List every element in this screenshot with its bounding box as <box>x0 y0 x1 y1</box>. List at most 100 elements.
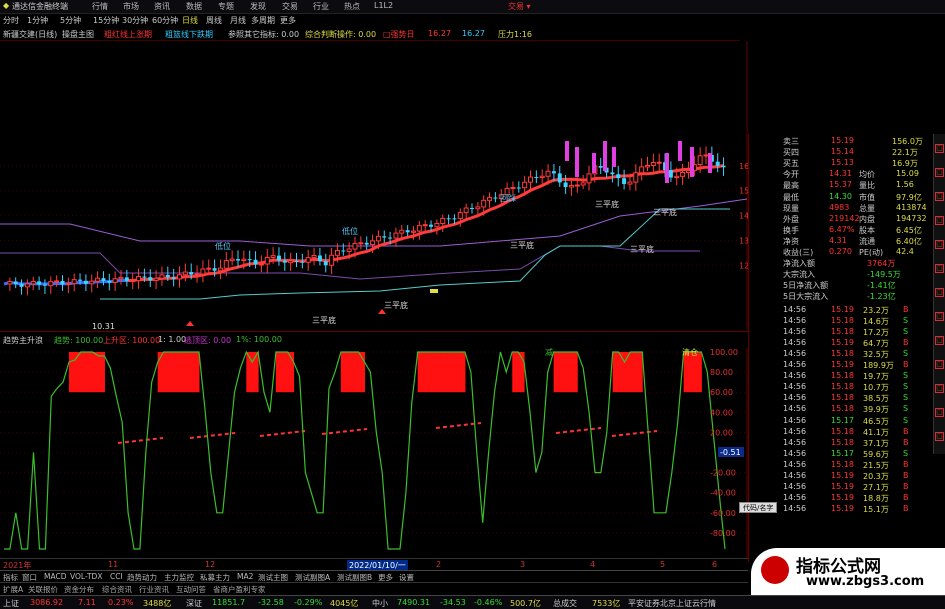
tick-volume: 19.7万 <box>863 372 889 382</box>
trade-dropdown[interactable]: 交易 ▾ <box>508 1 531 12</box>
oscillator-chart[interactable]: 100.00 80.00 60.00 40.00 20.00 -0.51 -20.00 -40… <box>0 348 748 558</box>
menu-item-data[interactable]: 数据 <box>186 1 202 12</box>
tf-15min[interactable]: 15分钟 <box>93 15 119 26</box>
side-button-icon[interactable]: □ <box>935 360 944 369</box>
candle-body <box>405 230 410 233</box>
side-button-icon[interactable]: □ <box>935 240 944 249</box>
candlestick-chart[interactable]: 16.0015.0014.0013.0012.00 三平底三平底三平底三平底三平… <box>0 41 748 330</box>
stat-value: 1.56 <box>896 180 914 190</box>
tick-side: S <box>903 348 909 358</box>
sh-turnover: 3488亿 <box>143 599 172 608</box>
candle-body <box>650 161 656 166</box>
quote-row: 净资 4.31 流通 6.40亿 <box>749 236 934 247</box>
menu-item-hot[interactable]: 热点 <box>344 1 360 12</box>
sz-index-label[interactable]: 深证 <box>186 598 202 609</box>
candle-body <box>24 283 30 288</box>
chart-annotation: 回踩 <box>500 193 516 203</box>
menu-item-quotes[interactable]: 行情 <box>92 1 108 12</box>
tab-macd[interactable]: MACD <box>44 572 66 581</box>
menu-item-trade[interactable]: 交易 <box>282 1 298 12</box>
tf-daily[interactable]: 日线 <box>182 15 198 26</box>
candle-body <box>574 184 580 187</box>
side-button-icon[interactable]: □ <box>935 336 944 345</box>
side-button-icon[interactable]: □ <box>935 168 944 177</box>
tf-intraday[interactable]: 分时 <box>3 15 19 26</box>
tf-30min[interactable]: 30分钟 <box>122 15 148 26</box>
tf-more[interactable]: 更多 <box>280 15 296 26</box>
candle-body <box>557 173 562 183</box>
candle-body <box>534 177 539 179</box>
stat-value: 42.4 <box>896 247 914 256</box>
stat-label: 均价 <box>859 170 875 180</box>
tab-ma2[interactable]: MA2 <box>237 572 253 581</box>
main-indicator-name[interactable]: 操盘主图 <box>62 29 94 40</box>
tab-vol[interactable]: VOL-TDX <box>70 572 102 581</box>
tab-fund-distribution[interactable]: 资金分布 <box>64 584 94 595</box>
menu-item-market[interactable]: 市场 <box>123 1 139 12</box>
tf-weekly[interactable]: 周线 <box>206 15 222 26</box>
rise-zone-segment <box>163 352 170 393</box>
sh-index-label[interactable]: 上证 <box>3 598 19 609</box>
chart-annotation: 三平底 <box>595 199 619 209</box>
side-button-icon[interactable]: □ <box>935 144 944 153</box>
osc-trend-value: 趋势: 100.00 <box>54 336 104 345</box>
menu-item-discover[interactable]: 发现 <box>250 1 266 12</box>
tab-comprehensive-news[interactable]: 综合资讯 <box>102 584 132 595</box>
rise-zone-segment <box>169 352 176 393</box>
current-value-label: -0.51 <box>720 448 741 457</box>
tab-profit-expert[interactable]: 省商户盈利专家 <box>213 584 266 595</box>
tf-60min[interactable]: 60分钟 <box>152 15 178 26</box>
candle-body <box>13 281 18 284</box>
candle-body <box>136 276 142 282</box>
candle-body <box>697 155 703 166</box>
candle-body <box>236 259 240 261</box>
tick-volume: 14.6万 <box>863 316 889 326</box>
menu-item-l1l2[interactable]: L1L2 <box>374 1 393 10</box>
side-button-icon[interactable]: □ <box>935 288 944 297</box>
tick-side: S <box>903 404 909 414</box>
tick-time: 14:56 <box>783 304 807 314</box>
sme-index-label[interactable]: 中小 <box>372 598 388 609</box>
tab-related-quotes[interactable]: 关联报价 <box>28 584 58 595</box>
osc-pct-value: 1%: 100.00 <box>236 335 282 344</box>
tab-industry-news[interactable]: 行业资讯 <box>139 584 169 595</box>
quote-row: 14:56 15.19 23.2万 B <box>749 305 934 316</box>
side-button-icon[interactable]: □ <box>935 432 944 441</box>
tf-5min[interactable]: 5分钟 <box>60 15 81 26</box>
tick-price: 15.19 <box>831 360 854 369</box>
indicator-lines <box>0 164 748 300</box>
code-name-button[interactable]: 代码/名字 <box>739 502 778 513</box>
menu-item-industry[interactable]: 行业 <box>313 1 329 12</box>
tab-extension-a[interactable]: 扩展A <box>3 584 23 595</box>
side-button-icon[interactable]: □ <box>935 408 944 417</box>
tab-cci[interactable]: CCI <box>110 572 123 581</box>
quote-row: 现量 4983 总量 413874 <box>749 203 934 214</box>
menu-item-news[interactable]: 资讯 <box>154 1 170 12</box>
side-button-icon[interactable]: □ <box>935 264 944 273</box>
candle-body <box>270 255 276 258</box>
tf-monthly[interactable]: 月线 <box>230 15 246 26</box>
candle-body <box>358 242 364 245</box>
tick-volume: 18.8万 <box>863 494 889 504</box>
osc-indicator-name[interactable]: 趋势主升浪 <box>3 335 43 346</box>
tab-qa[interactable]: 互动问答 <box>176 584 206 595</box>
tf-1min[interactable]: 1分钟 <box>27 15 48 26</box>
stat-label: 现量 <box>783 203 799 213</box>
side-button-icon[interactable]: □ <box>935 312 944 321</box>
app-window: ◆ 通达信金融终端 行情 市场 资讯 数据 专题 发现 交易 行业 热点 L1L… <box>0 0 945 609</box>
candle-body <box>645 164 650 168</box>
side-button-icon[interactable]: □ <box>935 216 944 225</box>
candle-body <box>622 178 627 185</box>
tf-multi[interactable]: 多周期 <box>251 15 275 26</box>
menu-bar: ◆ 通达信金融终端 行情 市场 资讯 数据 专题 发现 交易 行业 热点 L1L… <box>0 0 945 14</box>
candle-body <box>586 173 592 184</box>
candle-body <box>54 280 60 283</box>
tick-price: 15.19 <box>831 493 854 503</box>
date-label: 4 <box>590 560 596 569</box>
side-button-icon[interactable]: □ <box>935 384 944 393</box>
candle-body <box>30 280 36 285</box>
side-button-icon[interactable]: □ <box>935 192 944 201</box>
tick-volume: 27.1万 <box>863 483 889 493</box>
app-title: 通达信金融终端 <box>12 2 68 11</box>
menu-item-topics[interactable]: 专题 <box>218 1 234 12</box>
